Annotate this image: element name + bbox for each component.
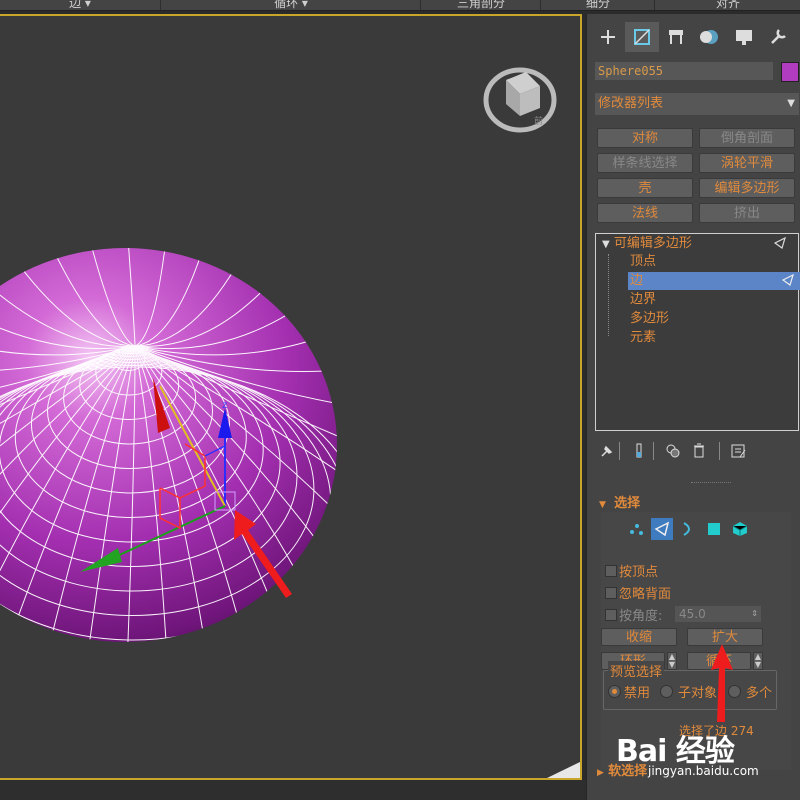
extrude-button[interactable]: 挤出 (699, 203, 795, 223)
edge-mode-button-icon[interactable] (651, 518, 673, 540)
collapse-icon: ▼ (599, 500, 606, 510)
loop-spinner-icon[interactable]: ▲ ▼ (753, 652, 763, 670)
border-mode-icon[interactable] (677, 518, 699, 540)
menu-edge-label: 边 (69, 0, 82, 10)
menu-align[interactable]: 对齐 (656, 0, 800, 10)
edge-mode-icon (774, 237, 786, 249)
viewcube-label: 前 (534, 115, 543, 127)
show-end-result-icon[interactable] (631, 442, 647, 460)
shell-button[interactable]: 壳 (597, 178, 693, 198)
status-bar (0, 780, 592, 800)
stack-tree-line (608, 254, 610, 336)
object-name-field[interactable]: Sphere055 (595, 62, 773, 80)
annotation-arrow-loop (711, 644, 733, 722)
pin-stack-icon[interactable] (599, 442, 615, 460)
by-vertex-checkbox[interactable] (605, 565, 617, 577)
vertex-mode-icon[interactable] (625, 518, 647, 540)
gizmo-z-label: z (222, 400, 227, 411)
make-unique-icon[interactable] (665, 442, 681, 460)
symmetry-button[interactable]: 对称 (597, 128, 693, 148)
menu-subdivide[interactable]: 细分 (542, 0, 655, 10)
perspective-viewport[interactable]: z 前 (0, 14, 582, 780)
modifier-stack: ▼ 可编辑多边形 顶点 边 边界 多边形 元素 (595, 233, 800, 431)
menu-edge[interactable]: 边 ▾ (0, 0, 161, 10)
selection-rollout-title: 选择 (614, 496, 641, 511)
stack-item-element[interactable]: 元素 (630, 329, 790, 347)
expand-icon: ▶ (597, 768, 604, 778)
object-color-swatch[interactable] (781, 62, 799, 82)
menu-loop-label: 循环 (274, 0, 299, 10)
angle-spinner[interactable]: 45.0 ⇕ (675, 606, 761, 622)
stack-item-vertex[interactable]: 顶点 (630, 253, 790, 271)
modifier-list-dropdown[interactable]: 修改器列表 ▼ (595, 93, 799, 115)
modifier-list-label: 修改器列表 (598, 96, 664, 111)
display-tab-icon[interactable] (727, 22, 761, 52)
command-panel: Sphere055 修改器列表 ▼ 对称 倒角剖面 样条线选择 涡轮平滑 壳 编… (586, 14, 800, 800)
by-vertex-label: 按顶点 (619, 565, 659, 580)
configure-modifier-sets-icon[interactable] (731, 442, 747, 460)
motion-tab-icon[interactable] (693, 22, 727, 52)
ring-spinner-icon[interactable]: ▲ ▼ (667, 652, 677, 670)
stack-root-label: 可编辑多边形 (613, 236, 692, 251)
top-menu-bar: 边 ▾ 循环 ▾ 三角剖分 细分 对齐 (0, 0, 800, 11)
edge-subobject-icon (782, 274, 794, 286)
stack-item-edge[interactable]: 边 (628, 272, 800, 290)
stack-root-editable-poly[interactable]: ▼ 可编辑多边形 (602, 235, 792, 253)
shrink-button[interactable]: 收缩 (601, 628, 677, 646)
corner-marker (547, 761, 580, 778)
watermark-url: jingyan.baidu.com (648, 764, 759, 778)
stack-item-edge-label: 边 (630, 273, 644, 288)
remove-modifier-icon[interactable] (691, 442, 707, 460)
stack-tools (595, 440, 799, 464)
preview-disabled-radio[interactable] (608, 685, 621, 698)
ignore-backfacing-label: 忽略背面 (619, 587, 672, 602)
spinner-arrows-icon: ⇕ (751, 609, 758, 618)
menu-loop[interactable]: 循环 ▾ (162, 0, 421, 10)
element-mode-icon[interactable] (729, 518, 751, 540)
by-angle-label: 按角度: (619, 609, 663, 624)
modify-tab-icon[interactable] (625, 22, 659, 52)
menu-triangulate-label: 三角剖分 (456, 0, 505, 10)
baidu-watermark: Bai 经验 jingyan.baidu.com (608, 726, 768, 786)
spline-select-button[interactable]: 样条线选择 (597, 153, 693, 173)
preview-selection-title: 预览选择 (608, 661, 665, 680)
angle-value: 45.0 (679, 607, 706, 621)
polygon-mode-icon[interactable] (703, 518, 725, 540)
edit-poly-button[interactable]: 编辑多边形 (699, 178, 795, 198)
ignore-backfacing-checkbox[interactable] (605, 587, 617, 599)
bevel-profile-button[interactable]: 倒角剖面 (699, 128, 795, 148)
menu-subdivide-label: 细分 (585, 0, 610, 10)
hierarchy-tab-icon[interactable] (659, 22, 693, 52)
expand-triangle-icon: ▼ (602, 239, 610, 250)
viewcube[interactable]: 前 (483, 67, 557, 133)
menu-triangulate[interactable]: 三角剖分 (422, 0, 541, 10)
stack-item-polygon[interactable]: 多边形 (630, 310, 790, 328)
viewport-scene[interactable]: z 前 (0, 16, 582, 780)
menu-align-label: 对齐 (715, 0, 740, 10)
stack-item-border[interactable]: 边界 (630, 291, 790, 309)
by-angle-checkbox[interactable] (605, 609, 617, 621)
preview-multi-label: 多个 (746, 686, 773, 701)
selection-rollout-header[interactable]: ▼ 选择 (595, 492, 799, 512)
panel-tabs (591, 22, 797, 56)
normal-button[interactable]: 法线 (597, 203, 693, 223)
utilities-tab-icon[interactable] (761, 22, 795, 52)
preview-disabled-label: 禁用 (624, 686, 651, 701)
preview-subobject-radio[interactable] (660, 685, 673, 698)
preview-selection-group: 预览选择 禁用 子对象 多个 (603, 661, 777, 710)
chevron-down-icon: ▼ (787, 98, 795, 109)
create-tab-icon[interactable] (591, 22, 625, 52)
turbosmooth-button[interactable]: 涡轮平滑 (699, 153, 795, 173)
